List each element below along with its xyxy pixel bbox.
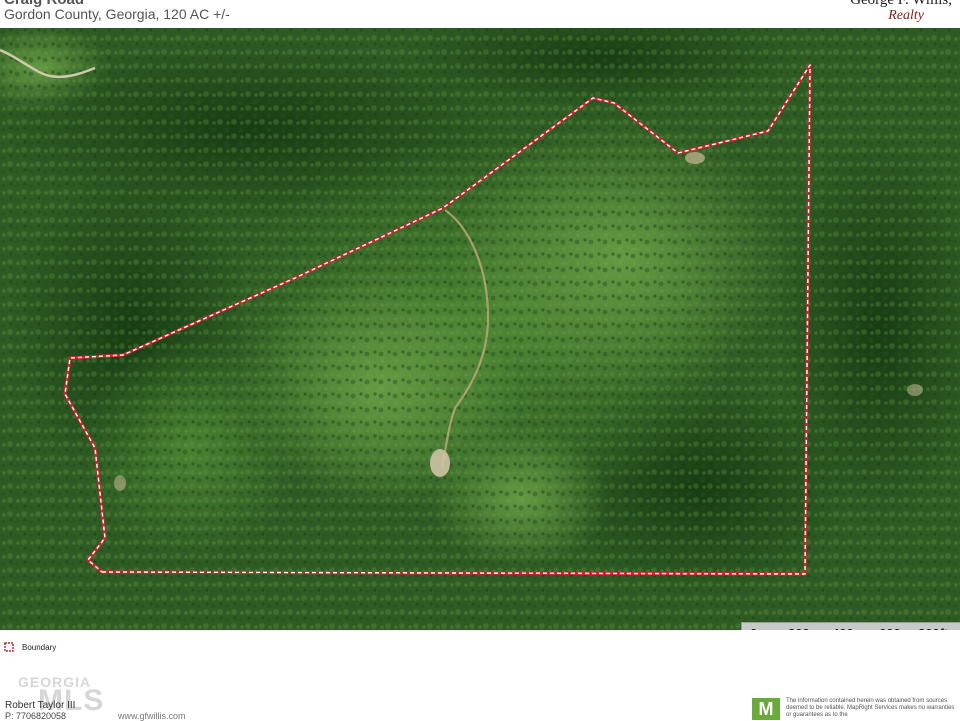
brand-subtitle: Realty — [888, 8, 924, 23]
agent-name: Robert Taylor III — [5, 700, 76, 711]
scale-label-400: 400 — [832, 626, 854, 630]
boundary-swatch-icon — [4, 642, 14, 652]
scale-bar: 0 200 400 600 800ft — [741, 622, 960, 630]
map-header: Craig Road Gordon County, Georgia, 120 A… — [0, 0, 960, 28]
aerial-map[interactable]: 0 200 400 600 800ft — [0, 28, 960, 630]
aerial-imagery — [0, 28, 960, 630]
scale-label-0: 0 — [750, 626, 757, 630]
map-legend: Boundary — [4, 640, 56, 654]
scale-label-200: 200 — [788, 626, 810, 630]
map-subtitle: Gordon County, Georgia, 120 AC +/- — [4, 6, 230, 22]
legend-label: Boundary — [22, 642, 57, 652]
scale-label-800: 800ft — [918, 626, 948, 630]
disclaimer-text: The information contained herein was obt… — [786, 698, 955, 718]
mapright-logo-icon: M — [752, 698, 780, 720]
scale-label-600: 600 — [879, 626, 901, 630]
